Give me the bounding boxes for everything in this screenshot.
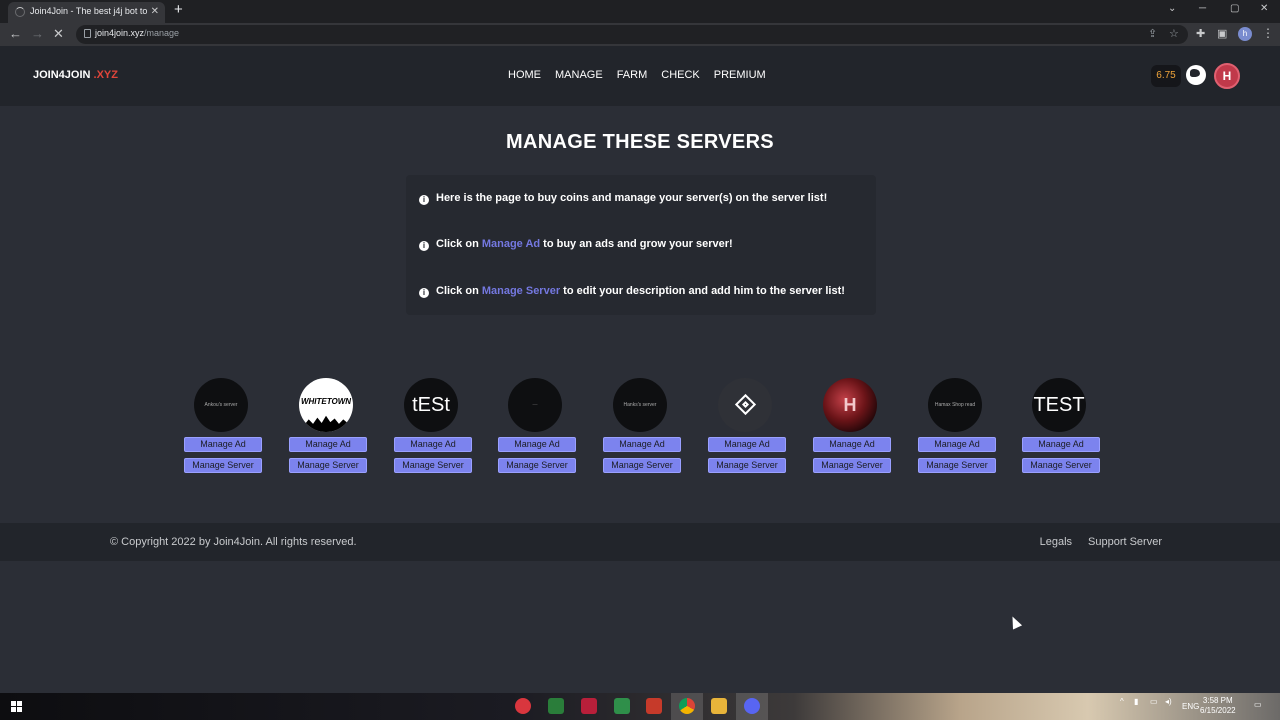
browser-toolbar: ← → ✕ join4join.xyz/manage ⇪ ☆ ✚ ▣ h ⋮ bbox=[0, 23, 1280, 46]
back-arrow-icon[interactable]: ← bbox=[9, 26, 22, 41]
tray-battery-icon[interactable]: ▮ bbox=[1134, 697, 1138, 706]
page-title: MANAGE THESE SERVERS bbox=[506, 131, 774, 153]
notification-icon[interactable]: ▭ bbox=[1254, 700, 1262, 709]
lock-icon bbox=[84, 29, 91, 38]
menu-kebab-icon[interactable]: ⋮ bbox=[1262, 26, 1274, 40]
copyright-text: © Copyright 2022 by Join4Join. All right… bbox=[110, 536, 357, 548]
main-nav: HOME MANAGE FARM CHECK PREMIUM bbox=[508, 69, 766, 81]
share-icon[interactable]: ⇪ bbox=[1148, 27, 1157, 40]
app-icon-sheets[interactable] bbox=[614, 698, 630, 714]
info-line-2: i Click on Manage Ad to buy an ads and gr… bbox=[419, 238, 733, 251]
manage-server-button[interactable]: Manage Server bbox=[1022, 458, 1100, 473]
extensions-puzzle-icon[interactable]: ✚ bbox=[1196, 27, 1205, 40]
manage-ad-button[interactable]: Manage Ad bbox=[184, 437, 262, 452]
info-icon: i bbox=[419, 241, 429, 251]
manage-ad-button[interactable]: Manage Ad bbox=[289, 437, 367, 452]
app-icon-acrobat[interactable] bbox=[581, 698, 597, 714]
profile-avatar[interactable]: h bbox=[1238, 27, 1252, 41]
info-line-1: i Here is the page to buy coins and manag… bbox=[419, 192, 827, 205]
manage-server-button[interactable]: Manage Server bbox=[289, 458, 367, 473]
tray-chevron-icon[interactable]: ^ bbox=[1120, 697, 1124, 706]
nav-check[interactable]: CHECK bbox=[661, 69, 700, 81]
minimize-button[interactable]: ─ bbox=[1199, 3, 1206, 14]
manage-ad-button[interactable]: Manage Ad bbox=[918, 437, 996, 452]
window-close-button[interactable]: ✕ bbox=[1260, 3, 1268, 14]
manage-server-button[interactable]: Manage Server bbox=[708, 458, 786, 473]
windows-start-icon[interactable] bbox=[11, 701, 22, 712]
site-logo[interactable]: JOIN4JOIN .XYZ bbox=[33, 69, 118, 81]
user-avatar[interactable]: H bbox=[1214, 63, 1240, 89]
chrome-icon[interactable] bbox=[679, 698, 695, 714]
maximize-button[interactable]: ▢ bbox=[1230, 3, 1239, 14]
manage-server-button[interactable]: Manage Server bbox=[918, 458, 996, 473]
volume-icon[interactable]: ◂) bbox=[1165, 697, 1172, 706]
site-footer: © Copyright 2022 by Join4Join. All right… bbox=[0, 523, 1280, 561]
manage-ad-button[interactable]: Manage Ad bbox=[1022, 437, 1100, 452]
nav-manage[interactable]: MANAGE bbox=[555, 69, 603, 81]
manage-ad-button[interactable]: Manage Ad bbox=[813, 437, 891, 452]
server-icon: Ankou's server bbox=[194, 378, 248, 432]
nav-premium[interactable]: PREMIUM bbox=[714, 69, 766, 81]
manage-ad-button[interactable]: Manage Ad bbox=[603, 437, 681, 452]
tab-title: Join4Join - The best j4j bot to ge bbox=[30, 6, 148, 16]
address-bar[interactable]: join4join.xyz/manage ⇪ ☆ bbox=[76, 25, 1188, 44]
server-icon: WHITETOWN bbox=[299, 378, 353, 432]
server-icon: — bbox=[508, 378, 562, 432]
bookmark-star-icon[interactable]: ☆ bbox=[1169, 27, 1179, 40]
tab-search-icon[interactable]: ⌄ bbox=[1168, 3, 1176, 14]
manage-server-button[interactable]: Manage Server bbox=[184, 458, 262, 473]
manage-ad-button[interactable]: Manage Ad bbox=[394, 437, 472, 452]
manage-server-button[interactable]: Manage Server bbox=[603, 458, 681, 473]
app-icon-red[interactable] bbox=[515, 698, 531, 714]
manage-server-button[interactable]: Manage Server bbox=[813, 458, 891, 473]
manage-ad-button[interactable]: Manage Ad bbox=[708, 437, 786, 452]
info-box: i Here is the page to buy coins and manag… bbox=[406, 175, 876, 315]
manage-server-link-text: Manage Server bbox=[481, 285, 561, 297]
network-icon[interactable]: ▭ bbox=[1150, 697, 1158, 706]
browser-tab-bar: Join4Join - The best j4j bot to ge ✕ + ⌄… bbox=[0, 0, 1280, 23]
mouse-cursor-icon bbox=[1007, 614, 1023, 630]
footer-links: Legals Support Server bbox=[1040, 536, 1162, 548]
loading-spinner-icon bbox=[15, 7, 25, 17]
info-line-3: i Click on Manage Server to edit your des… bbox=[419, 285, 845, 298]
side-panel-icon[interactable]: ▣ bbox=[1217, 27, 1227, 40]
discord-icon[interactable] bbox=[744, 698, 760, 714]
app-icon-green[interactable] bbox=[548, 698, 564, 714]
manage-ad-link-text: Manage Ad bbox=[481, 238, 541, 250]
info-icon: i bbox=[419, 288, 429, 298]
stop-loading-icon[interactable]: ✕ bbox=[53, 26, 64, 42]
system-clock[interactable]: 3:58 PM 6/15/2022 bbox=[1200, 696, 1236, 716]
manage-ad-button[interactable]: Manage Ad bbox=[498, 437, 576, 452]
diamond-logo-icon bbox=[718, 378, 772, 432]
file-explorer-icon[interactable] bbox=[711, 698, 727, 714]
site-header: JOIN4JOIN .XYZ HOME MANAGE FARM CHECK PR… bbox=[0, 46, 1280, 106]
globe-icon[interactable] bbox=[1186, 65, 1206, 85]
coin-balance: 6.75 bbox=[1151, 65, 1181, 87]
tab-close-icon[interactable]: ✕ bbox=[151, 2, 159, 21]
url-text: join4join.xyz/manage bbox=[95, 28, 180, 38]
legals-link[interactable]: Legals bbox=[1040, 536, 1072, 548]
manage-server-button[interactable]: Manage Server bbox=[394, 458, 472, 473]
manage-server-button[interactable]: Manage Server bbox=[498, 458, 576, 473]
forward-arrow-icon[interactable]: → bbox=[31, 26, 44, 41]
language-indicator[interactable]: ENG bbox=[1182, 702, 1199, 711]
server-icon: H bbox=[823, 378, 877, 432]
windows-taskbar: ^ ▮ ▭ ◂) ENG 3:58 PM 6/15/2022 ▭ bbox=[0, 693, 1280, 720]
server-icon: tESt bbox=[404, 378, 458, 432]
new-tab-button[interactable]: + bbox=[174, 1, 183, 18]
server-list: Ankou's server Manage Ad Manage Server W… bbox=[183, 376, 1113, 476]
info-icon: i bbox=[419, 195, 429, 205]
browser-tab[interactable]: Join4Join - The best j4j bot to ge ✕ bbox=[8, 2, 165, 23]
nav-home[interactable]: HOME bbox=[508, 69, 541, 81]
server-icon: TEST bbox=[1032, 378, 1086, 432]
nav-farm[interactable]: FARM bbox=[617, 69, 648, 81]
server-icon: Hamax Shop read bbox=[928, 378, 982, 432]
support-server-link[interactable]: Support Server bbox=[1088, 536, 1162, 548]
app-icon-media[interactable] bbox=[646, 698, 662, 714]
server-icon: Hanks's server bbox=[613, 378, 667, 432]
